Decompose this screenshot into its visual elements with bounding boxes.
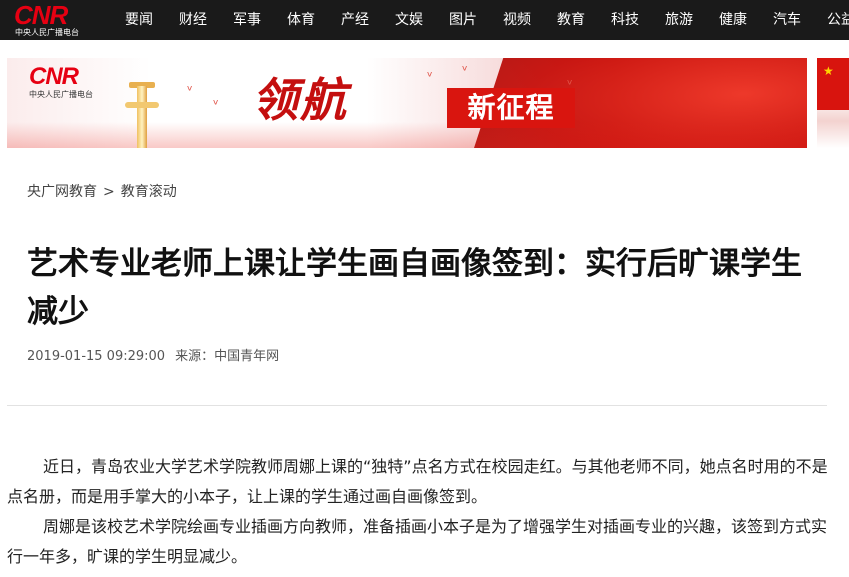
divider: [7, 405, 827, 406]
nav-item-tupian[interactable]: 图片: [436, 0, 490, 40]
dove-icon: ᵛ: [427, 69, 433, 85]
breadcrumb-item-scroll[interactable]: 教育滚动: [121, 184, 177, 200]
article-title: 艺术专业老师上课让学生画自画像签到：实行后旷课学生减少: [27, 246, 802, 330]
main-nav: 要闻 财经 军事 体育 产经 文娱 图片 视频 教育 科技 旅游 健康 汽车 公…: [112, 0, 849, 40]
flag-icon: ★: [817, 58, 849, 110]
article-meta: 2019-01-15 09:29:00 来源：中国青年网: [27, 348, 279, 366]
nav-item-junshi[interactable]: 军事: [220, 0, 274, 40]
nav-item-jiaoyu[interactable]: 教育: [544, 0, 598, 40]
article-body: 近日，青岛农业大学艺术学院教师周娜上课的“独特”点名方式在校园走红。与其他老师不…: [7, 452, 833, 572]
breadcrumb-item-education[interactable]: 央广网教育: [27, 184, 97, 200]
nav-item-yaowen[interactable]: 要闻: [112, 0, 166, 40]
top-nav-bar: CNR 中央人民广播电台 要闻 财经 军事 体育 产经 文娱 图片 视频 教育 …: [0, 0, 849, 40]
article-source: 来源：中国青年网: [175, 349, 280, 364]
banner-logo: CNR 中央人民广播电台: [29, 64, 93, 100]
nav-item-gongyi[interactable]: 公益: [814, 0, 849, 40]
nav-item-keji[interactable]: 科技: [598, 0, 652, 40]
banner-logo-text: CNR: [29, 63, 79, 90]
nav-item-qiche[interactable]: 汽车: [760, 0, 814, 40]
banner-title-xinzhengcheng: 新征程: [447, 88, 575, 128]
dove-icon: ᵛ: [213, 97, 219, 113]
nav-item-chanjing[interactable]: 产经: [328, 0, 382, 40]
logo-subtitle: 中央人民广播电台: [15, 28, 79, 37]
banner-title-lingHang: 领航: [252, 73, 348, 127]
cnr-logo[interactable]: CNR 中央人民广播电台: [14, 1, 96, 39]
dove-icon: ᵛ: [187, 83, 193, 99]
article-datetime: 2019-01-15 09:29:00: [27, 349, 166, 364]
article-paragraph: 近日，青岛农业大学艺术学院教师周娜上课的“独特”点名方式在校园走红。与其他老师不…: [7, 457, 828, 506]
logo-text: CNR: [14, 0, 68, 30]
dove-icon: ᵛ: [462, 63, 468, 79]
huabiao-pillar-icon: [125, 72, 159, 148]
nav-item-tiyu[interactable]: 体育: [274, 0, 328, 40]
banner[interactable]: CNR 中央人民广播电台 ᵛ ᵛ ᵛ ᵛ ᵛ 领航 新征程: [7, 58, 807, 148]
breadcrumb: 央广网教育 > 教育滚动: [27, 182, 177, 202]
nav-item-lvyou[interactable]: 旅游: [652, 0, 706, 40]
nav-item-wenyu[interactable]: 文娱: [382, 0, 436, 40]
breadcrumb-separator: >: [103, 184, 115, 200]
nav-item-jiankang[interactable]: 健康: [706, 0, 760, 40]
article-paragraph: 周娜是该校艺术学院绘画专业插画方向教师，准备插画小本子是为了增强学生对插画专业的…: [7, 517, 828, 566]
nav-item-caijing[interactable]: 财经: [166, 0, 220, 40]
nav-item-shipin[interactable]: 视频: [490, 0, 544, 40]
banner-logo-subtitle: 中央人民广播电台: [29, 90, 93, 99]
side-banner[interactable]: ★: [817, 58, 849, 148]
